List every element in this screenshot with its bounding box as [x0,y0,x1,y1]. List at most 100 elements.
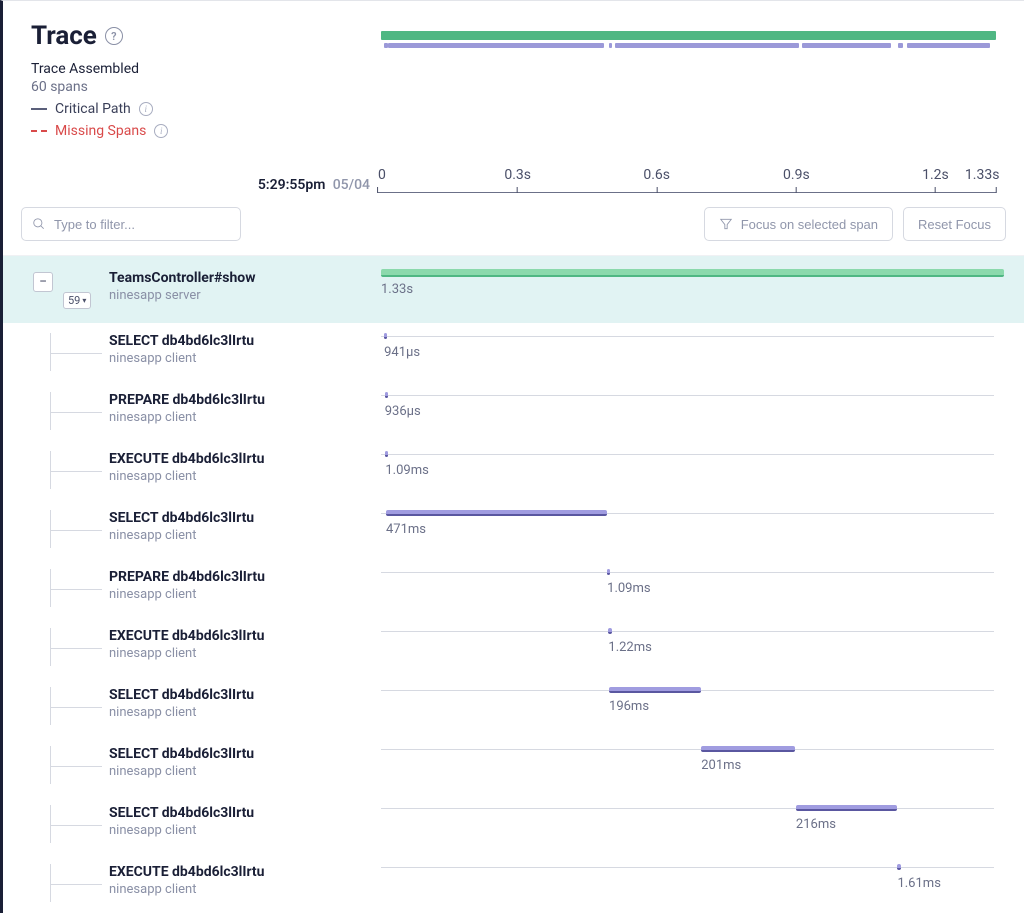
filter-input-wrap[interactable] [21,207,241,241]
duration-label: 941µs [384,345,420,360]
span-service: ninesapp client [109,882,381,897]
minimap-bar [898,43,903,48]
span-info: SELECT db4bd6lc3lIrtu ninesapp client [3,805,381,843]
span-info: PREPARE db4bd6lc3lIrtuninesapp client [3,569,381,607]
duration-label: 1.22ms [608,640,651,655]
span-bar[interactable] [384,333,387,339]
tree-line [50,707,102,708]
tick-label: 1.33s [965,167,1000,183]
span-info: PREPARE db4bd6lc3lIrtuninesapp client [3,392,381,430]
axis-time: 5:29:55pm [258,177,326,193]
span-service: ninesapp client [109,764,381,779]
span-row[interactable]: PREPARE db4bd6lc3lIrtuninesapp client1.0… [3,559,1024,618]
span-info: EXECUTE db4bd6lc3lIrtu ninesapp client [3,451,381,489]
track-line [381,454,994,455]
span-info: SELECT db4bd6lc3lIrtu ninesapp client [3,510,381,548]
tree-line [50,530,102,531]
minimap-bar [388,43,603,48]
minimap-bar [384,43,388,48]
span-bar[interactable] [609,687,701,693]
span-service: ninesapp client [109,469,381,484]
missing-spans-swatch [31,130,47,132]
info-icon[interactable]: i [139,102,153,116]
span-bar[interactable] [608,628,611,634]
tree-line [50,766,102,767]
header-left: Trace ? Trace Assembled 60 spans Critica… [31,21,361,139]
focus-span-button[interactable]: Focus on selected span [704,207,893,241]
span-name: EXECUTE db4bd6lc3lIrtu [109,451,381,467]
tree-line [50,746,51,784]
axis-tick: 1.2s [922,167,949,193]
span-name: SELECT db4bd6lc3lIrtu [109,805,381,821]
span-bar[interactable] [796,805,897,811]
span-bar[interactable] [386,510,607,516]
reset-label: Reset Focus [918,217,991,232]
span-row-root[interactable]: −59 ▾TeamsController#showninesapp server… [3,256,1024,323]
span-name: SELECT db4bd6lc3lIrtu [109,687,381,703]
span-name: SELECT db4bd6lc3lIrtu [109,510,381,526]
axis-tick: 0.6s [643,167,670,193]
span-bar[interactable] [385,392,388,398]
legend-critical-label: Critical Path [55,101,131,117]
span-info: −59 ▾TeamsController#showninesapp server [3,270,381,308]
tree-line [50,333,51,371]
child-count-dropdown[interactable]: 59 ▾ [63,292,91,309]
legend-missing-spans: Missing Spans i [31,123,361,139]
trace-status: Trace Assembled [31,61,361,77]
reset-focus-button[interactable]: Reset Focus [903,207,1006,241]
track-line [381,631,994,632]
filter-input[interactable] [54,217,230,232]
span-name: PREPARE db4bd6lc3lIrtu [109,392,381,408]
axis-tick: 0.9s [783,167,810,193]
minimap-bar [609,43,613,48]
span-timeline: 471ms [381,510,1024,548]
track-line [381,572,994,573]
span-row[interactable]: SELECT db4bd6lc3lIrtu ninesapp client471m… [3,500,1024,559]
span-bar[interactable] [381,269,1004,277]
axis-tick: 0 [374,167,382,193]
span-service: ninesapp client [109,823,381,838]
tree-line [50,412,102,413]
span-bar[interactable] [607,569,610,575]
tick-label: 1.2s [922,167,949,183]
span-row[interactable]: SELECT db4bd6lc3lIrtuninesapp client216m… [3,795,1024,854]
span-service: ninesapp server [109,288,381,303]
span-row[interactable]: SELECT db4bd6lc3lIrtuninesapp client941µ… [3,323,1024,382]
span-bar[interactable] [385,451,388,457]
span-row[interactable]: SELECT db4bd6lc3lIrtuninesapp client201m… [3,736,1024,795]
tree-line [50,825,102,826]
span-bar[interactable] [701,746,795,752]
span-row[interactable]: EXECUTE db4bd6lc3lIrtu ninesapp client 1.6… [3,854,1024,913]
span-name: EXECUTE db4bd6lc3lIrtu [109,864,381,880]
span-row[interactable]: EXECUTE db4bd6lc3lIrtuninesapp client1.0… [3,441,1024,500]
tree-line [50,648,102,649]
legend-critical-path: Critical Path i [31,101,361,117]
span-timeline: 1.61ms [381,864,1024,902]
info-icon[interactable]: i [154,124,168,138]
span-row[interactable]: SELECT db4bd6lc3lIrtuninesapp client 196m… [3,677,1024,736]
duration-label: 201ms [701,758,741,773]
span-info: SELECT db4bd6lc3lIrtuninesapp client [3,687,381,725]
span-timeline: 1.33s [381,270,1024,308]
minimap[interactable] [381,21,996,139]
collapse-button[interactable]: − [33,272,53,292]
span-row[interactable]: PREPARE db4bd6lc3lIrtuninesapp client 936… [3,382,1024,441]
span-timeline: 936µs [381,392,1024,430]
span-name: PREPARE db4bd6lc3lIrtu [109,569,381,585]
span-bar[interactable] [897,864,900,870]
duration-label: 196ms [609,699,649,714]
duration-label: 1.61ms [897,876,940,891]
track-line [381,395,994,396]
span-row[interactable]: EXECUTE db4bd6lc3lIrtuninesapp client1.2… [3,618,1024,677]
minimap-bar [381,31,996,40]
minimap-bar [907,43,990,48]
span-service: ninesapp client [109,528,381,543]
help-icon[interactable]: ? [105,27,123,45]
tree-line [50,392,51,430]
axis-timestamp: 5:29:55pm 05/04 [31,177,378,193]
trace-panel: Trace ? Trace Assembled 60 spans Critica… [0,0,1024,913]
tick-label: 0.6s [643,167,670,183]
duration-label: 1.33s [381,282,413,297]
tree-line [50,628,51,666]
duration-label: 936µs [385,404,421,419]
